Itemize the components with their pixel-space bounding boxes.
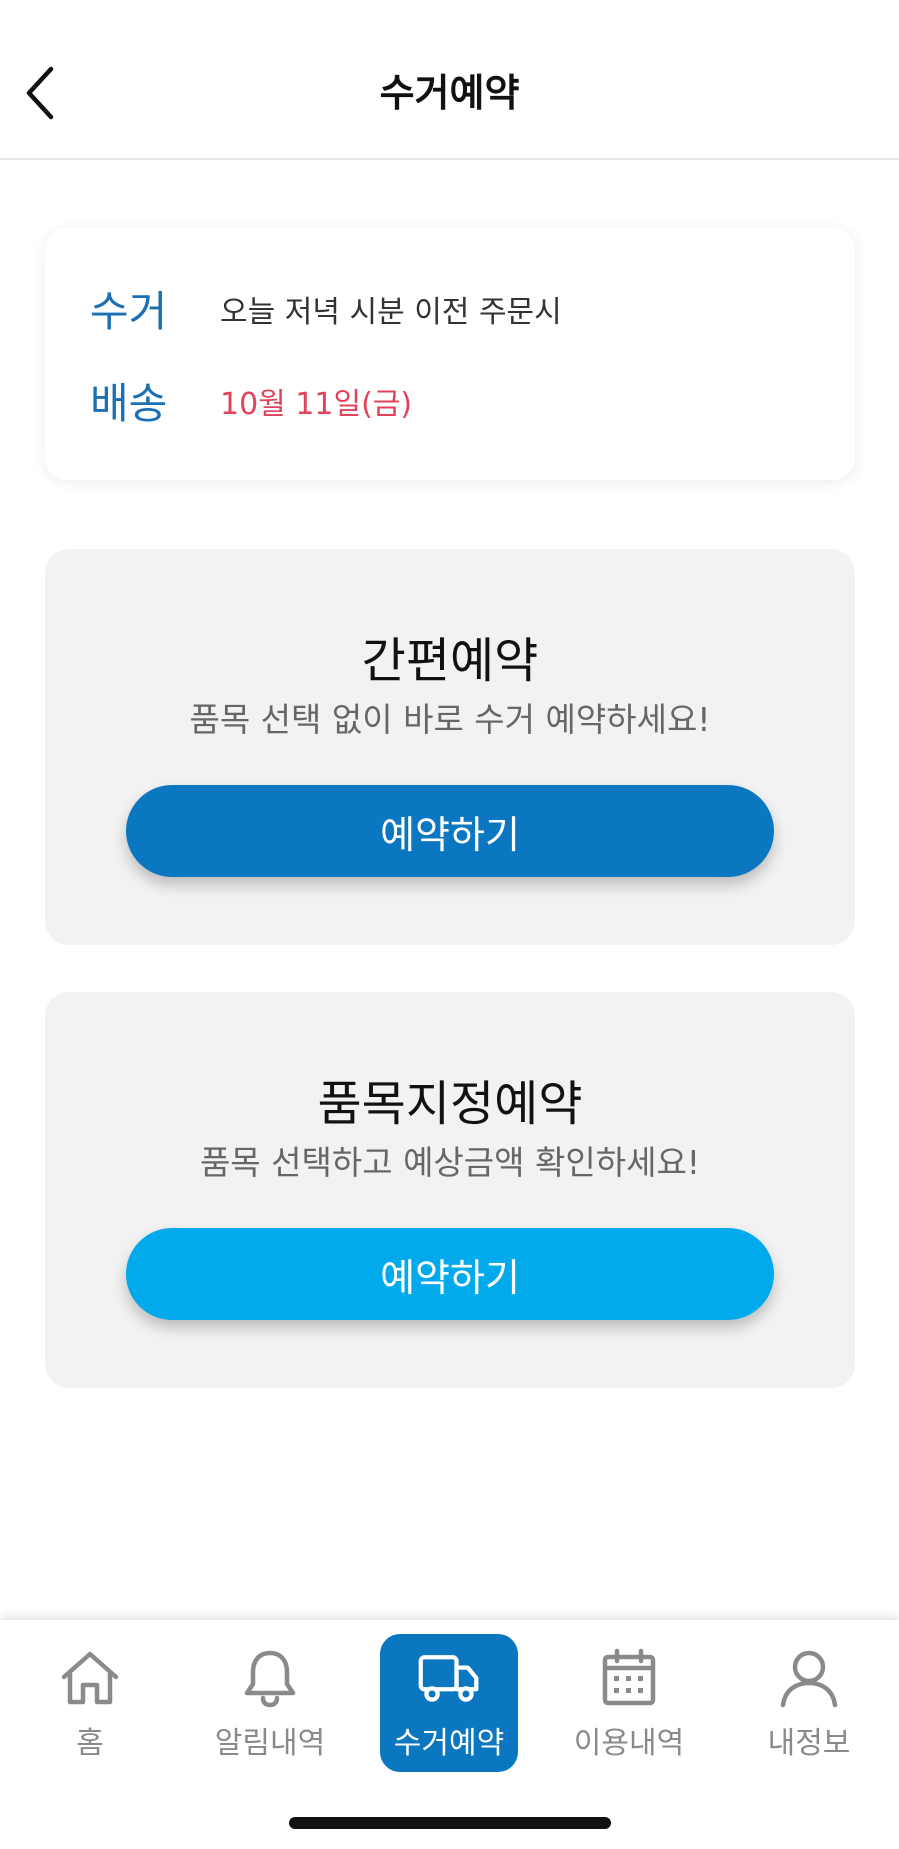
pickup-row: 수거 오늘 저녁 시분 이전 주문시 (90, 278, 562, 339)
home-indicator (289, 1817, 611, 1829)
tab-usage-history[interactable]: 이용내역 (560, 1634, 698, 1772)
item-reservation-title: 품목지정예약 (317, 1076, 583, 1132)
tab-notifications-label: 알림내역 (214, 1726, 326, 1761)
tab-pickup-reservation[interactable]: 수거예약 (380, 1634, 518, 1772)
home-icon (58, 1646, 122, 1710)
truck-icon (417, 1646, 481, 1710)
page-title: 수거예약 (379, 71, 520, 115)
quick-reservation-title: 간편예약 (361, 633, 539, 689)
tab-notifications[interactable]: 알림내역 (201, 1634, 339, 1772)
tab-my-info-label: 내정보 (767, 1726, 851, 1761)
tab-my-info[interactable]: 내정보 (740, 1634, 878, 1772)
item-reservation-card: 품목지정예약 품목 선택하고 예상금액 확인하세요! 예약하기 (45, 992, 855, 1388)
quick-reserve-button[interactable]: 예약하기 (126, 785, 774, 877)
pickup-value: 오늘 저녁 시분 이전 주문시 (220, 294, 562, 330)
schedule-info-card: 수거 오늘 저녁 시분 이전 주문시 배송 10월 11일(금) (45, 228, 855, 480)
quick-reservation-card: 간편예약 품목 선택 없이 바로 수거 예약하세요! 예약하기 (45, 549, 855, 945)
user-icon (777, 1646, 841, 1710)
tab-home-label: 홈 (76, 1726, 104, 1761)
bottom-tab-bar: 홈 알림내역 수거예약 이용내역 내정보 (0, 1620, 899, 1849)
quick-reservation-subtitle: 품목 선택 없이 바로 수거 예약하세요! (189, 700, 711, 739)
tab-usage-history-label: 이용내역 (573, 1726, 685, 1761)
tab-pickup-reservation-label: 수거예약 (393, 1726, 505, 1761)
pickup-label: 수거 (90, 287, 168, 336)
delivery-row: 배송 10월 11일(금) (90, 370, 412, 431)
delivery-date-value: 10월 11일(금) (220, 386, 413, 422)
item-reservation-subtitle: 품목 선택하고 예상금액 확인하세요! (199, 1143, 701, 1182)
tab-home[interactable]: 홈 (21, 1634, 159, 1772)
calendar-icon (597, 1646, 661, 1710)
app-header: 수거예약 (0, 0, 899, 160)
bell-icon (238, 1646, 302, 1710)
delivery-label: 배송 (90, 379, 168, 428)
item-reserve-button[interactable]: 예약하기 (126, 1228, 774, 1320)
